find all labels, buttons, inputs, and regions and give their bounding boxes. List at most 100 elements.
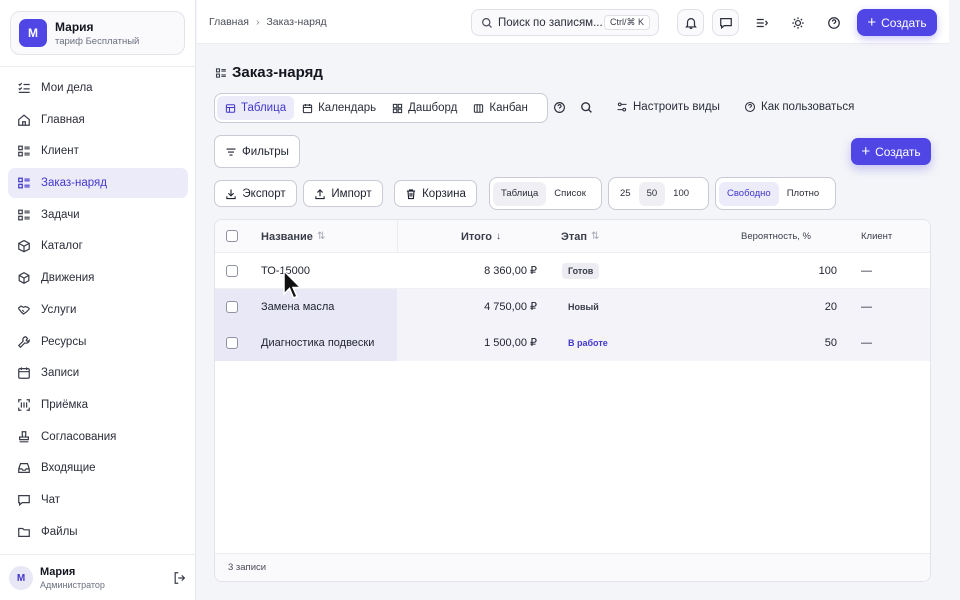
sidebar-item-my-tasks[interactable]: Мои дела xyxy=(8,73,188,103)
table-row[interactable]: ТО-15000 8 360,00 ₽ Готов 100 — xyxy=(215,253,930,289)
sidebar-item-files[interactable]: Файлы xyxy=(8,517,188,547)
column-header-name[interactable]: Название ⇅ xyxy=(261,220,325,253)
sidebar-item-intake[interactable]: Приёмка xyxy=(8,390,188,420)
table-row[interactable]: Замена масла 4 750,00 ₽ Новый 20 — xyxy=(215,289,930,325)
sidebar-item-inbox[interactable]: Входящие xyxy=(8,453,188,483)
grid-list-icon xyxy=(18,145,30,157)
search-input[interactable] xyxy=(498,16,608,29)
page-size-option-25[interactable]: 25 xyxy=(612,182,639,206)
sort-desc-icon: ↓ xyxy=(496,231,502,242)
tab-kanban[interactable]: Канбан xyxy=(465,96,536,120)
row-checkbox[interactable] xyxy=(226,336,238,349)
status-badge: Новый xyxy=(568,301,599,312)
plus-icon: + xyxy=(861,143,871,160)
grid-list-icon xyxy=(18,177,30,189)
folder-icon xyxy=(18,527,30,537)
tab-dashboard[interactable]: Дашборд xyxy=(384,96,465,120)
table-row[interactable]: Диагностика подвески 1 500,00 ₽ В работе… xyxy=(215,325,930,361)
cell-total: 1 500,00 ₽ xyxy=(484,337,537,349)
row-checkbox[interactable] xyxy=(226,300,238,313)
create-button-top[interactable]: + Создать xyxy=(857,9,937,36)
account-switcher[interactable]: М Мария тариф Бесплатный xyxy=(10,11,185,55)
sidebar-item-work-order[interactable]: Заказ-наряд xyxy=(8,168,188,199)
sidebar-item-catalog[interactable]: Каталог xyxy=(8,231,188,261)
help-button[interactable] xyxy=(820,9,847,36)
tab-label: Календарь xyxy=(318,102,377,114)
logout-icon[interactable] xyxy=(173,571,187,585)
column-header-stage[interactable]: Этап ⇅ xyxy=(561,220,599,253)
configure-views-label: Настроить виды xyxy=(633,101,720,113)
filters-button[interactable]: Фильтры xyxy=(214,135,300,168)
chat-icon xyxy=(719,17,732,29)
sidebar-item-approvals[interactable]: Согласования xyxy=(8,422,188,452)
avatar: М xyxy=(9,566,33,590)
sidebar-item-movements[interactable]: Движения xyxy=(8,263,188,293)
import-button[interactable]: Импорт xyxy=(303,180,383,207)
sidebar-item-label: Записи xyxy=(41,367,80,380)
messages-button[interactable] xyxy=(712,9,739,36)
layout-option-list[interactable]: Список xyxy=(546,182,594,206)
page-size-option-50[interactable]: 50 xyxy=(638,181,666,206)
tab-calendar[interactable]: Календарь xyxy=(294,96,384,120)
configure-views-button[interactable]: Настроить виды xyxy=(616,101,720,113)
layout-toggle: Таблица Список xyxy=(489,177,602,210)
search-icon[interactable] xyxy=(580,101,593,114)
table-icon xyxy=(225,103,236,113)
sort-icon: ⇅ xyxy=(590,231,600,242)
help-icon[interactable] xyxy=(553,101,566,114)
chat-icon xyxy=(18,494,30,507)
trash-button[interactable]: Корзина xyxy=(394,180,477,207)
notifications-button[interactable] xyxy=(677,9,704,36)
page-size-option-100[interactable]: 100 xyxy=(665,182,697,206)
sidebar-item-client[interactable]: Клиент xyxy=(8,136,188,166)
column-header-total[interactable]: Итого ↓ xyxy=(461,220,501,253)
tab-table[interactable]: Таблица xyxy=(217,96,295,120)
home-icon xyxy=(18,114,30,126)
trash-icon xyxy=(406,188,416,199)
sidebar-item-resources[interactable]: Ресурсы xyxy=(8,327,188,357)
export-button[interactable]: Экспорт xyxy=(214,180,297,207)
column-header-client[interactable]: Клиент xyxy=(861,220,892,253)
sidebar-item-label: Каталог xyxy=(41,240,83,253)
cell-name: Диагностика подвески xyxy=(261,336,375,349)
sidebar-item-records[interactable]: Записи xyxy=(8,358,188,388)
search-icon xyxy=(482,17,492,28)
inbox-icon xyxy=(18,463,30,474)
topbar: Главная › Заказ-наряд Ctrl/⌘ K + Создать xyxy=(197,0,949,44)
how-to-use-link[interactable]: Как пользоваться xyxy=(744,101,854,113)
create-button[interactable]: + Создать xyxy=(851,138,931,165)
stamp-icon xyxy=(19,430,29,442)
layout-option-table[interactable]: Таблица xyxy=(493,181,547,206)
breadcrumb-home[interactable]: Главная xyxy=(209,16,249,28)
sidebar-item-label: Ресурсы xyxy=(41,335,87,348)
cell-total: 8 360,00 ₽ xyxy=(484,265,537,277)
download-icon xyxy=(226,189,237,199)
help-icon xyxy=(744,101,756,113)
sidebar-item-home[interactable]: Главная xyxy=(8,105,188,135)
sidebar-item-chat[interactable]: Чат xyxy=(8,485,188,515)
theme-toggle-button[interactable] xyxy=(784,9,811,36)
sidebar-toggle-button[interactable] xyxy=(748,9,775,36)
column-header-probability[interactable]: Вероятность, % xyxy=(741,220,811,253)
sun-icon xyxy=(791,16,804,29)
filters-label: Фильтры xyxy=(242,145,289,158)
density-option-free[interactable]: Свободно xyxy=(719,181,779,206)
sidebar-item-services[interactable]: Услуги xyxy=(8,295,188,325)
search-box[interactable]: Ctrl/⌘ K xyxy=(471,9,659,36)
density-option-compact[interactable]: Плотно xyxy=(779,182,827,206)
cell-probability: 100 xyxy=(818,264,837,277)
row-checkbox[interactable] xyxy=(226,264,238,277)
cell-probability: 20 xyxy=(824,300,837,313)
user-profile[interactable]: М Мария Администратор xyxy=(9,565,187,591)
filter-icon xyxy=(226,147,236,156)
mouse-cursor-icon xyxy=(283,270,303,299)
page-title: Заказ-наряд xyxy=(215,64,323,81)
cube-icon xyxy=(18,272,30,285)
breadcrumb: Главная › Заказ-наряд xyxy=(209,16,327,28)
view-switcher: Таблица Календарь Дашборд Канбан xyxy=(214,93,548,123)
plus-icon: + xyxy=(867,14,877,31)
calendar-icon xyxy=(302,103,313,113)
tab-label: Дашборд xyxy=(408,102,458,114)
select-all-checkbox[interactable] xyxy=(226,230,238,242)
sidebar-item-tasks[interactable]: Задачи xyxy=(8,200,188,230)
